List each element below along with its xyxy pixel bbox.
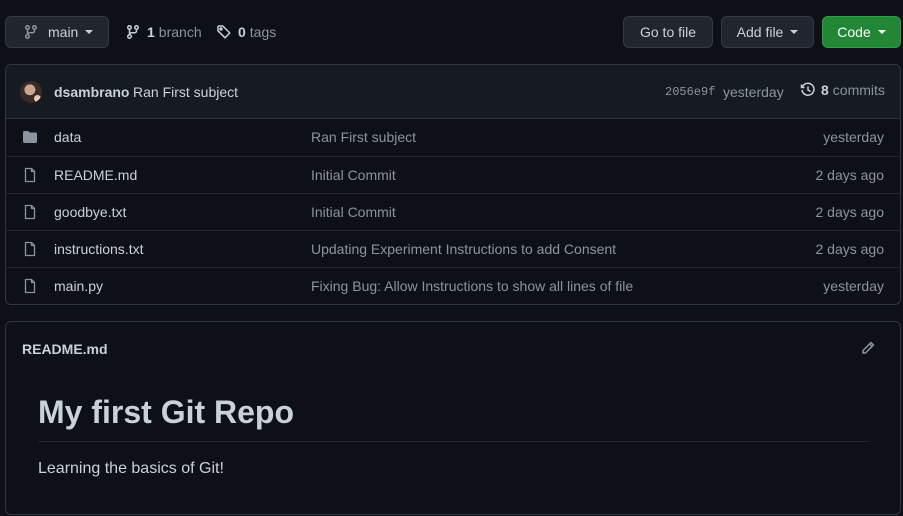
file-row[interactable]: main.py Fixing Bug: Allow Instructions to… [6,267,900,304]
file-icon [22,278,38,294]
branch-select-button[interactable]: main [5,16,109,48]
pencil-icon[interactable] [860,340,876,356]
branch-count: 1 [147,24,155,40]
file-icon [22,241,38,257]
file-row[interactable]: README.md Initial Commit 2 days ago [6,156,900,193]
commits-history-link[interactable]: 8 commits [800,82,885,98]
tag-word: tags [249,24,277,40]
file-row[interactable]: data Ran First subject yesterday [6,119,900,156]
file-name[interactable]: main.py [54,278,103,294]
file-commit-message[interactable]: Initial Commit [311,167,396,183]
go-to-file-button[interactable]: Go to file [623,16,713,48]
chevron-down-icon [85,30,94,34]
file-browser: dsambrano Ran First subject 2056e9f yest… [5,64,901,305]
latest-commit-bar: dsambrano Ran First subject 2056e9f yest… [6,65,900,119]
code-button[interactable]: Code [822,16,901,48]
divider [38,441,869,442]
file-name[interactable]: data [54,129,81,145]
tags-link[interactable]: 0 tags [216,16,276,48]
file-commit-message[interactable]: Fixing Bug: Allow Instructions to show a… [311,278,633,294]
file-name[interactable]: README.md [54,167,137,183]
branch-label: main [48,24,79,40]
chevron-down-icon [790,30,799,34]
file-row[interactable]: goodbye.txt Initial Commit 2 days ago [6,193,900,230]
git-branch-icon [23,24,39,40]
commit-time: yesterday [723,84,784,100]
history-icon [800,82,816,98]
file-commit-time: 2 days ago [815,241,885,257]
file-icon [22,204,38,220]
readme-heading: My first Git Repo [38,394,295,430]
file-name[interactable]: instructions.txt [54,241,143,257]
code-label: Code [837,24,871,40]
file-icon [22,167,38,183]
tag-count: 0 [238,24,246,40]
folder-icon [22,129,38,145]
readme-filename[interactable]: README.md [22,341,108,357]
file-commit-time: 2 days ago [815,204,885,220]
readme-panel: README.md My first Git Repo Learning the… [5,321,901,515]
file-name[interactable]: goodbye.txt [54,204,126,220]
file-commit-message[interactable]: Initial Commit [311,204,396,220]
branch-word: branch [158,24,202,40]
add-file-label: Add file [736,24,784,40]
commits-word: commits [832,82,885,98]
commit-sha[interactable]: 2056e9f [665,85,715,99]
file-commit-time: yesterday [823,278,884,294]
file-commit-time: 2 days ago [815,167,885,183]
tag-icon [216,24,232,40]
chevron-down-icon [877,30,886,34]
commits-count: 8 [821,82,829,98]
branches-link[interactable]: 1 branch [125,16,202,48]
file-commit-message[interactable]: Updating Experiment Instructions to add … [311,241,616,257]
commit-author[interactable]: dsambrano [54,84,129,100]
avatar[interactable] [20,81,42,103]
readme-body: Learning the basics of Git! [38,460,224,477]
git-branch-icon [125,24,141,40]
file-commit-time: yesterday [823,129,884,145]
file-commit-message[interactable]: Ran First subject [311,129,416,145]
go-to-file-label: Go to file [639,24,697,40]
file-row[interactable]: instructions.txt Updating Experiment Inst… [6,230,900,267]
commit-message[interactable]: Ran First subject [133,84,238,100]
add-file-button[interactable]: Add file [721,16,814,48]
